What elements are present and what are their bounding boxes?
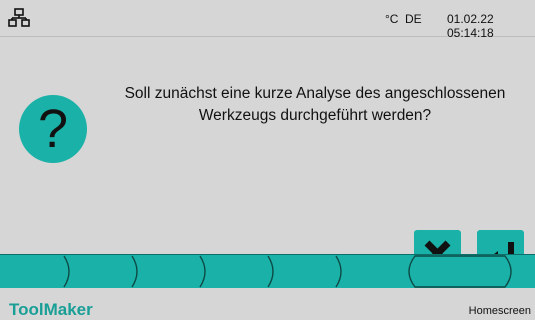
question-icon: ? — [19, 95, 87, 163]
status-bar: °C DE 01.02.22 05:14:18 — [0, 0, 535, 40]
homescreen-link[interactable]: Homescreen — [469, 305, 531, 317]
dialog-message-line-2: Werkzeugs durchgeführt werden? — [198, 107, 432, 124]
question-symbol: ? — [37, 99, 69, 159]
brand-logo: ToolMaker — [9, 300, 93, 319]
tab-3[interactable] — [136, 255, 202, 288]
tab-5[interactable] — [272, 255, 338, 288]
network-icon — [8, 8, 30, 27]
tab-2[interactable] — [68, 255, 134, 288]
temperature-unit[interactable]: °C — [385, 12, 398, 26]
dialog-message: Soll zunächst eine kurze Analyse des ang… — [94, 83, 535, 127]
tab-1[interactable] — [0, 255, 66, 288]
tab-strip — [0, 254, 535, 289]
dialog: ? Soll zunächst eine kurze Analyse des a… — [0, 37, 535, 277]
language-indicator[interactable]: DE — [405, 12, 422, 26]
datetime-display: 01.02.22 05:14:18 — [447, 12, 494, 40]
dialog-message-line-1: Soll zunächst eine kurze Analyse des ang… — [124, 85, 506, 102]
tab-4[interactable] — [204, 255, 270, 288]
tab-selected[interactable] — [403, 255, 517, 288]
